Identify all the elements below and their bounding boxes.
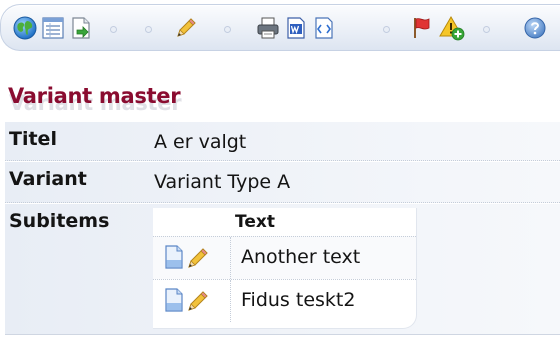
help-icon[interactable] [522,15,548,41]
edit-pencil-icon[interactable] [186,244,212,270]
page-title: Variant master [8,84,181,108]
toolbar-separator [110,26,117,33]
property-label: Subitems [9,210,110,232]
xml-icon[interactable] [311,15,337,41]
property-label: Titel [9,128,57,150]
table-row[interactable]: Another text [153,236,416,279]
property-row-titel: Titel A er valgt [5,121,560,161]
property-value: Variant Type A [154,171,291,193]
row-actions-cell [153,237,231,279]
property-table: Titel A er valgt Variant Variant Type A … [5,121,560,335]
row-text: Another text [241,246,361,268]
flag-icon[interactable] [409,15,435,41]
toolbar-separator [145,26,152,33]
toolbar [0,4,560,51]
property-row-variant: Variant Variant Type A [5,161,560,203]
toolbar-separator [224,26,231,33]
warning-add-icon[interactable] [439,15,465,41]
toolbar-separator [483,26,490,33]
pencil-icon[interactable] [173,15,199,41]
export-icon[interactable] [68,15,94,41]
page: Variant master Variant master Titel A er… [0,0,560,347]
property-row-subitems: Subitems Text Another text Fidus teskt2 [5,203,560,335]
column-header-text[interactable]: Text [235,212,275,232]
row-actions-cell [153,280,231,322]
table-row[interactable]: Fidus teskt2 [153,279,416,322]
subitems-grid: Text Another text Fidus teskt2 [153,208,417,329]
property-value: A er valgt [154,131,247,153]
print-icon[interactable] [255,15,281,41]
document-icon[interactable] [163,288,185,312]
edit-pencil-icon[interactable] [186,287,212,313]
document-icon[interactable] [163,245,185,269]
globe-icon[interactable] [12,15,38,41]
toolbar-separator [383,26,390,33]
list-icon[interactable] [40,15,66,41]
row-text: Fidus teskt2 [241,289,356,311]
word-icon[interactable] [283,15,309,41]
property-label: Variant [9,168,87,190]
subitems-grid-header: Text [153,208,416,236]
